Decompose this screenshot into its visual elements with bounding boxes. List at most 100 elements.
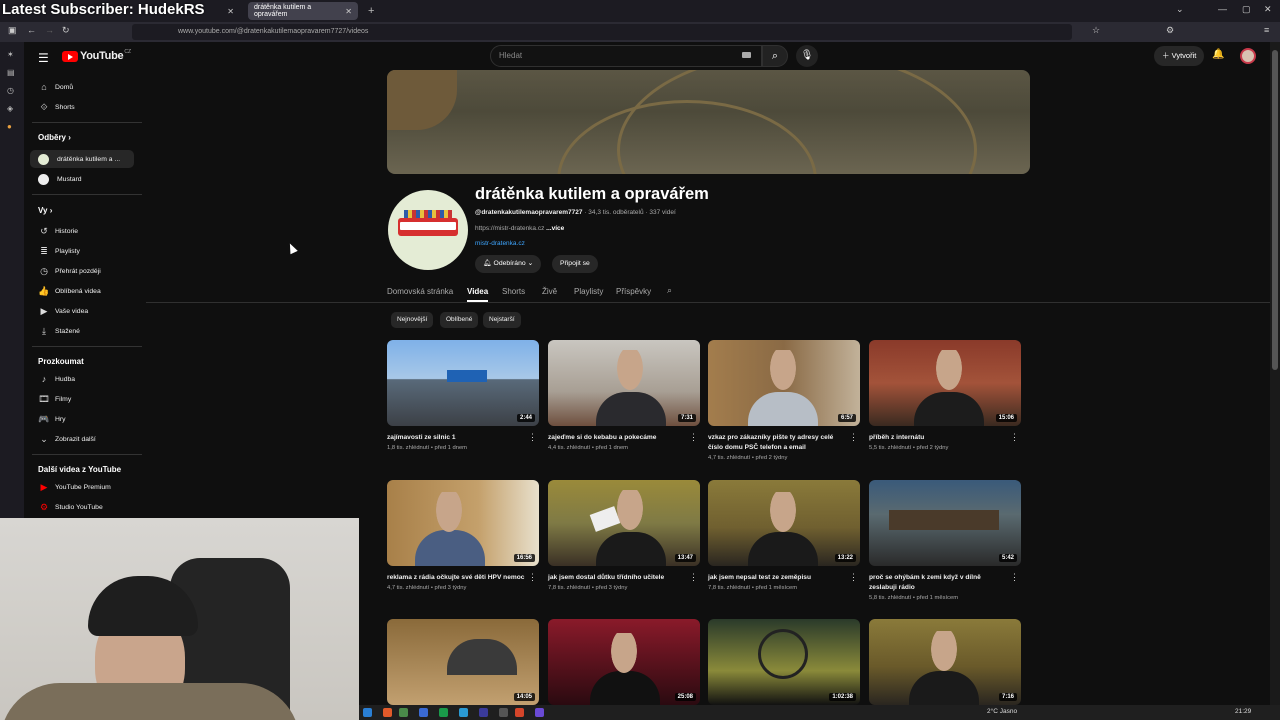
video-thumbnail[interactable]: 5:42 [869, 480, 1021, 566]
tab-playlists[interactable]: Playlisty [574, 287, 603, 296]
video-thumbnail[interactable]: 6:57 [708, 340, 860, 426]
video-thumbnail[interactable]: 13:22 [708, 480, 860, 566]
chip-popular[interactable]: Oblíbené [440, 312, 479, 328]
sidebar-item-your-videos[interactable]: ▶ Vaše videa [30, 302, 134, 320]
video-card[interactable]: 15:06 příběh z internátu 5,5 tis. zhlédn… [869, 340, 1021, 451]
search-input[interactable]: Hledat [490, 45, 762, 67]
sidebar-item-games[interactable]: 🎮 Hry [30, 410, 134, 428]
more-options-icon[interactable]: ⋮ [689, 432, 698, 443]
sidebar-item-show-more[interactable]: ⌄ Zobrazit další [30, 430, 134, 448]
video-thumbnail[interactable]: 13:47 [548, 480, 700, 566]
video-thumbnail[interactable]: 16:56 [387, 480, 539, 566]
video-card[interactable]: 1:02:38 [708, 619, 860, 705]
video-thumbnail[interactable]: 7:16 [869, 619, 1021, 705]
sidebar-item-mustard[interactable]: Mustard [30, 170, 134, 188]
create-button[interactable]: ＋ Vytvořit [1154, 46, 1205, 66]
video-card[interactable]: 7:16 [869, 619, 1021, 705]
more-options-icon[interactable]: ⋮ [689, 572, 698, 583]
voice-search-button[interactable]: 🎙 [796, 45, 818, 67]
extensions-icon[interactable]: ⚙ [1166, 25, 1174, 36]
browser-tab-active[interactable]: drátěnka kutilem a opravářem ✕ [248, 2, 358, 20]
sidebar-item-studio[interactable]: ⚙ Studio YouTube [30, 498, 134, 516]
sidebar-item-playlists[interactable]: ≣ Playlisty [30, 242, 134, 260]
join-button[interactable]: Připojit se [552, 255, 598, 273]
minimize-icon[interactable]: — [1218, 4, 1227, 14]
video-thumbnail[interactable]: 15:06 [869, 340, 1021, 426]
video-title[interactable]: reklama z rádia očkujte své děti HPV nem… [387, 573, 539, 583]
more-options-icon[interactable]: ⋮ [528, 432, 537, 443]
app-icon[interactable] [515, 708, 524, 717]
notifications-bell-icon[interactable]: 🔔 [1212, 49, 1224, 60]
video-card[interactable]: 7:31 zajeďme si do kebabu a pokecáme 4,4… [548, 340, 700, 451]
chip-newest[interactable]: Nejnovější [391, 312, 434, 328]
account-avatar[interactable] [1240, 48, 1256, 64]
sidebar-item-premium[interactable]: ▶ YouTube Premium [30, 478, 134, 496]
scrollbar-thumb[interactable] [1272, 50, 1278, 370]
reload-icon[interactable]: ↻ [62, 25, 70, 36]
channel-website-link[interactable]: mistr-dratenka.cz [475, 240, 525, 247]
app-icon[interactable] [419, 708, 428, 717]
video-card[interactable]: 16:56 reklama z rádia očkujte své děti H… [387, 480, 539, 591]
sidebar-item-history[interactable]: ↺ Historie [30, 222, 134, 240]
channel-description[interactable]: https://mistr-dratenka.cz ...více [475, 225, 564, 232]
bookmark-star-icon[interactable]: ☆ [1092, 25, 1100, 36]
menu-icon[interactable]: ≡ [1264, 25, 1269, 35]
sidebar-item-movies[interactable]: 🎞 Filmy [30, 390, 134, 408]
video-card[interactable]: 5:42 proč se ohýbám k zemi když v dílně … [869, 480, 1021, 601]
video-title[interactable]: zajeďme si do kebabu a pokecáme [548, 433, 700, 443]
video-thumbnail[interactable]: 1:02:38 [708, 619, 860, 705]
brave-icon[interactable] [383, 708, 392, 717]
chevron-down-icon[interactable]: ⌄ [1176, 4, 1184, 15]
more-options-icon[interactable]: ⋮ [849, 432, 858, 443]
video-title[interactable]: příběh z internátu [869, 433, 1021, 443]
video-thumbnail[interactable]: 14:05 [387, 619, 539, 705]
you-heading[interactable]: Vy › [38, 206, 52, 215]
tab-posts[interactable]: Příspěvky [616, 287, 651, 296]
more-options-icon[interactable]: ⋮ [849, 572, 858, 583]
video-thumbnail[interactable]: 2:44 [387, 340, 539, 426]
sidebar-item-shorts[interactable]: ⟐ Shorts [30, 98, 134, 116]
sidebar-item-channel[interactable]: drátěnka kutilem a ... [30, 150, 134, 168]
subscriptions-heading[interactable]: Odběry › [38, 133, 71, 142]
clock-text[interactable]: 21:29 [1235, 708, 1251, 715]
history-icon[interactable]: ◷ [7, 86, 14, 95]
back-icon[interactable]: ← [27, 25, 36, 35]
video-title[interactable]: proč se ohýbám k zemi když v dílně zesla… [869, 573, 1021, 593]
subscribed-button[interactable]: 🔔︎ Odebíráno ⌄ [475, 255, 542, 273]
more-options-icon[interactable]: ⋮ [528, 572, 537, 583]
maximize-icon[interactable]: ▢ [1242, 4, 1251, 15]
weather-text[interactable]: 2°C Jasno [987, 708, 1017, 715]
sidebar-item-liked[interactable]: 👍 Oblíbená videa [30, 282, 134, 300]
sidebar-toggle-icon[interactable]: ▣ [8, 25, 17, 36]
app-icon[interactable] [439, 708, 448, 717]
video-card[interactable]: 14:05 [387, 619, 539, 705]
video-thumbnail[interactable]: 7:31 [548, 340, 700, 426]
close-icon[interactable]: ✕ [345, 7, 352, 16]
app-icon[interactable] [499, 708, 508, 717]
video-title[interactable]: jak jsem dostal důtku třídního učitele [548, 573, 700, 583]
video-title[interactable]: zajímavosti ze silnic 1 [387, 433, 539, 443]
video-card[interactable]: 13:47 jak jsem dostal důtku třídního uči… [548, 480, 700, 591]
more-options-icon[interactable]: ⋮ [1010, 432, 1019, 443]
chip-oldest[interactable]: Nejstarší [483, 312, 521, 328]
sidebar-item-music[interactable]: ♪ Hudba [30, 370, 134, 388]
bookmarks-icon[interactable]: ▤ [7, 68, 15, 77]
search-button[interactable]: ⌕ [762, 45, 788, 67]
tab-home[interactable]: Domovská stránka [387, 287, 453, 296]
app-icon[interactable] [399, 708, 408, 717]
forward-icon[interactable]: → [45, 25, 54, 35]
channel-search-icon[interactable]: ⌕ [667, 285, 672, 296]
close-icon[interactable]: ✕ [227, 7, 234, 16]
start-icon[interactable] [363, 708, 372, 717]
more-link[interactable]: ...více [546, 225, 564, 232]
profile-icon[interactable]: ● [7, 122, 12, 131]
tab-shorts[interactable]: Shorts [502, 287, 525, 296]
sidebar-item-home[interactable]: ⌂ Domů [30, 78, 134, 96]
sidebar-item-downloads[interactable]: ⤓ Stažené [30, 322, 134, 340]
close-window-icon[interactable]: ✕ [1264, 4, 1272, 15]
sidebar-item-watch-later[interactable]: ◷ Přehrát později [30, 262, 134, 280]
video-card[interactable]: 6:57 vzkaz pro zákazníky pište ty adresy… [708, 340, 860, 461]
new-tab-button[interactable]: + [362, 2, 378, 20]
more-options-icon[interactable]: ⋮ [1010, 572, 1019, 583]
video-card[interactable]: 2:44 zajímavosti ze silnic 1 1,8 tis. zh… [387, 340, 539, 451]
